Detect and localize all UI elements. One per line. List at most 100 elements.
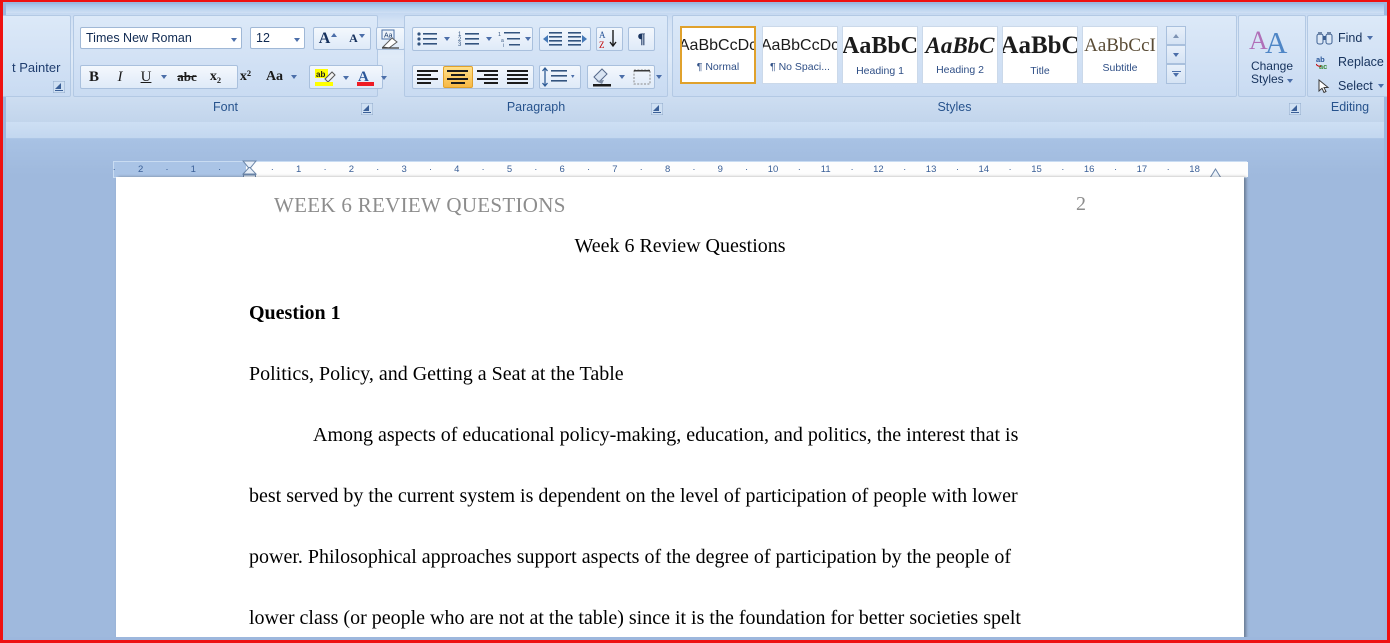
shrink-font-button[interactable]: A [343, 28, 371, 49]
line-spacing-button[interactable] [539, 65, 581, 89]
ruler-number: 7 [612, 164, 618, 175]
document-body[interactable]: Week 6 Review Questions Question 1 Polit… [116, 235, 1244, 637]
change-styles-icon[interactable]: AA [1248, 25, 1296, 60]
ruler-number: 8 [664, 164, 671, 175]
change-styles-dialog-launcher[interactable] [1289, 103, 1301, 115]
replace-button[interactable]: ab ac Replace [1316, 51, 1384, 73]
ruler-number: 2 [137, 164, 144, 175]
svg-text:3: 3 [458, 42, 462, 48]
clear-formatting-button[interactable]: Aa [376, 27, 405, 50]
highlight-dropdown-icon[interactable] [339, 67, 352, 88]
font-size-combo[interactable]: 12 [250, 27, 305, 49]
italic-button[interactable]: I [108, 66, 132, 88]
style-item-no-spacing[interactable]: AaBbCcDc ¶ No Spaci... [762, 26, 838, 84]
style-sample: AaBbCcI [1084, 35, 1156, 56]
ruler-dot: · [850, 164, 854, 175]
paragraph-dialog-launcher[interactable] [651, 103, 663, 115]
ruler-band: 2 1 · · · · 1 · 2 · 3 · 4 · 5 · 6 · 7 · 8 · 9 · 10 · 11 · 12 · 13 · 14 · 1… [6, 122, 1384, 182]
right-indent-marker[interactable] [1209, 166, 1222, 179]
style-item-title[interactable]: AaBbC Title [1002, 26, 1078, 84]
font-color-dropdown-icon[interactable] [377, 67, 390, 88]
sort-button[interactable]: AZ [596, 27, 623, 51]
header-title-text: WEEK 6 REVIEW QUESTIONS [274, 193, 566, 217]
font-name-combo[interactable]: Times New Roman [80, 27, 242, 49]
style-name: Heading 2 [936, 64, 984, 76]
format-painter-button[interactable]: t Painter [12, 60, 60, 75]
increase-indent-icon[interactable] [565, 29, 589, 49]
ruler-number: 12 [873, 164, 884, 175]
borders-dropdown-icon[interactable] [653, 67, 665, 87]
numbering-dropdown-icon[interactable] [482, 29, 495, 49]
show-formatting-marks-button[interactable]: ¶ [628, 27, 655, 51]
bullets-dropdown-icon[interactable] [440, 29, 453, 49]
question-heading: Question 1 [249, 302, 341, 324]
change-styles-label-2: Styles [1238, 73, 1306, 86]
change-case-label: Aa [265, 69, 284, 84]
ruler-dot: · [165, 164, 169, 175]
ruler-number: 5 [506, 164, 513, 175]
style-sample: AaBbCcDc [762, 36, 838, 54]
find-button[interactable]: Find [1316, 27, 1374, 49]
ruler-number: 1 [190, 164, 196, 175]
ruler-dot: · [797, 164, 801, 175]
shading-dropdown-icon[interactable] [616, 67, 628, 87]
font-color-button[interactable]: A [355, 67, 377, 88]
font-name-dropdown-icon[interactable] [226, 29, 241, 47]
bullets-icon[interactable] [415, 29, 440, 49]
ruler-number: 18 [1189, 164, 1200, 175]
document-header[interactable]: WEEK 6 REVIEW QUESTIONS 2 [116, 177, 1244, 232]
shading-icon[interactable] [590, 67, 616, 87]
subscript-button[interactable]: x₂ [203, 66, 228, 88]
styles-scroll-up-button[interactable] [1166, 26, 1186, 45]
style-item-heading-2[interactable]: AaBbC Heading 2 [922, 26, 998, 84]
multilevel-dropdown-icon[interactable] [522, 29, 533, 49]
styles-scroll-down-button[interactable] [1166, 45, 1186, 64]
paragraph-group-label: Paragraph [506, 100, 566, 114]
borders-icon[interactable] [631, 67, 654, 87]
ruler-number: 16 [1083, 164, 1095, 175]
ruler-number: 9 [717, 164, 723, 175]
editing-group-label: Editing [1330, 100, 1370, 114]
question-subtitle: Politics, Policy, and Getting a Seat at … [249, 363, 624, 385]
replace-label: Replace [1338, 55, 1384, 69]
clipboard-dialog-launcher[interactable] [53, 81, 65, 93]
font-dialog-launcher[interactable] [361, 103, 373, 115]
styles-more-button[interactable] [1166, 64, 1186, 84]
numbering-icon[interactable]: 123 [457, 29, 482, 49]
font-size-dropdown-icon[interactable] [289, 29, 304, 47]
align-left-icon[interactable] [414, 67, 442, 87]
style-item-normal[interactable]: AaBbCcDc ¶ Normal [680, 26, 756, 84]
strikethrough-button[interactable]: abc [173, 66, 201, 88]
change-case-button[interactable]: Aa [261, 66, 288, 88]
change-case-dropdown-icon[interactable] [287, 66, 301, 88]
ruler-dot: · [692, 164, 696, 175]
first-line-indent-marker[interactable] [241, 157, 258, 170]
body-line: lower class (or people who are not at th… [249, 607, 1021, 629]
multilevel-list-icon[interactable]: 1ai [498, 29, 524, 49]
ribbon-group-editing: Find ab ac Replace Select Editing [1307, 15, 1387, 119]
justify-icon[interactable] [504, 67, 532, 87]
superscript-button[interactable]: x² [233, 66, 258, 88]
style-name: Heading 1 [856, 64, 904, 77]
underline-label: U [140, 68, 152, 85]
change-styles-button[interactable]: Change Styles [1238, 60, 1306, 86]
ruler-dot: · [534, 164, 538, 175]
subscript-label: x₂ [209, 69, 222, 84]
ruler-dot: · [903, 164, 907, 175]
select-button[interactable]: Select [1316, 75, 1384, 97]
style-item-heading-1[interactable]: AaBbC Heading 1 [842, 26, 918, 84]
text-highlight-button[interactable]: ab [312, 67, 338, 88]
horizontal-ruler[interactable]: 2 1 · · · · 1 · 2 · 3 · 4 · 5 · 6 · 7 · 8 · 9 · 10 · 11 · 12 · 13 · 14 · 1… [113, 160, 1248, 182]
ruler-number: 11 [820, 164, 831, 175]
ruler-dot: · [218, 164, 222, 175]
align-right-icon[interactable] [474, 67, 502, 87]
underline-dropdown-icon[interactable] [157, 66, 171, 88]
style-item-subtitle[interactable]: AaBbCcI Subtitle [1082, 26, 1158, 84]
ruler-dot: · [1061, 164, 1065, 175]
align-center-icon[interactable] [443, 66, 473, 88]
grow-font-button[interactable]: A [314, 28, 342, 49]
document-page[interactable]: WEEK 6 REVIEW QUESTIONS 2 Week 6 Review … [116, 177, 1244, 637]
bold-button[interactable]: B [82, 66, 106, 88]
decrease-indent-icon[interactable] [541, 29, 565, 49]
underline-button[interactable]: U [134, 66, 158, 88]
